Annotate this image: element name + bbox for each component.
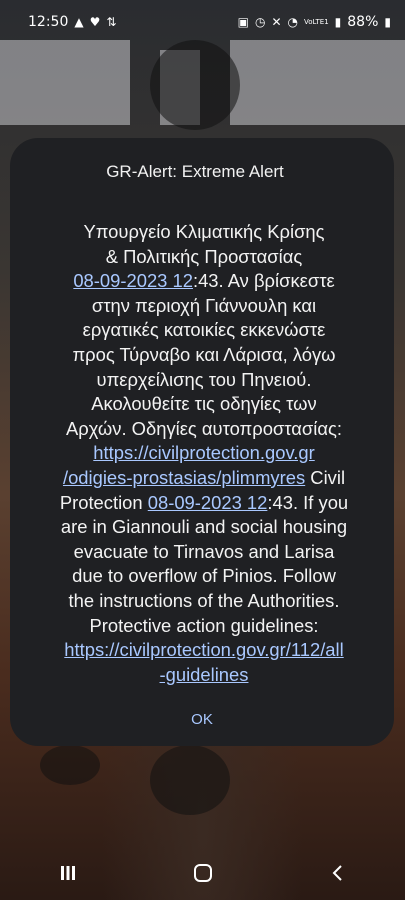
wifi-icon: ◔ — [287, 15, 299, 29]
message-line: Civil — [305, 466, 346, 488]
message-line: προς Τύρναβο και Λάρισα, λόγω — [72, 343, 336, 365]
message-line: Protective action guidelines: — [89, 614, 319, 636]
background-object — [150, 745, 230, 815]
message-line: Αρχών. Οδηγίες αυτοπροστασίας: — [66, 417, 342, 439]
sync-icon: ⇅ — [106, 15, 117, 29]
background-object — [40, 745, 100, 785]
message-line: & Πολιτικής Προστασίας — [105, 245, 303, 267]
guidelines-link-continued[interactable]: -guidelines — [160, 664, 249, 685]
guidelines-link[interactable]: https://civilprotection.gov.gr/112/all — [64, 639, 343, 660]
message-line: Υπουργείο Κλιματικής Κρίσης — [83, 221, 325, 242]
background-window — [0, 40, 130, 125]
warning-icon: ▲ — [74, 15, 84, 29]
lock-icon: ▣ — [237, 15, 249, 29]
status-time: 12:50 — [28, 14, 69, 30]
message-line: :43. If you — [267, 491, 349, 513]
back-icon — [332, 865, 342, 881]
home-icon — [193, 864, 212, 882]
network-label: VoLTE1 — [304, 18, 329, 26]
back-button[interactable] — [308, 853, 368, 893]
message-line: Protection — [59, 491, 148, 513]
dialog-message: Υπουργείο Κλιματικής Κρίσης & Πολιτικής … — [38, 220, 370, 687]
message-line: Ακολουθείτε τις οδηγίες των — [91, 393, 317, 415]
status-bar: 12:50 ▲ ♥ ⇅ ▣ ◷ ✕ ◔ VoLTE1 ▮ 88% ▮ — [0, 0, 405, 44]
ok-button[interactable]: OK — [10, 711, 394, 728]
message-line: :43. Αν βρίσκεστε — [192, 270, 335, 292]
signal-icon: ▮ — [334, 15, 342, 29]
date-link[interactable]: 08-09-2023 12 — [73, 270, 193, 291]
alert-dialog: GR-Alert: Extreme Alert Υπουργείο Κλιματ… — [10, 138, 394, 746]
message-line: evacuate to Tirnavos and Larisa — [73, 540, 335, 562]
battery-percent: 88% — [347, 14, 379, 30]
protection-link-continued[interactable]: /odigies-prostasias/plimmyres — [63, 467, 305, 488]
message-line: due to overflow of Pinios. Follow — [72, 565, 336, 587]
alarm-icon: ◷ — [255, 15, 266, 29]
protection-link[interactable]: https://civilprotection.gov.gr — [93, 442, 314, 463]
background-person — [150, 40, 240, 130]
dialog-title: GR-Alert: Extreme Alert — [106, 162, 284, 181]
mute-icon: ✕ — [271, 15, 282, 29]
heart-icon: ♥ — [89, 15, 101, 29]
background-window — [230, 40, 405, 125]
message-line: εργατικές κατοικίες εκκενώστε — [82, 319, 326, 341]
recents-icon — [60, 866, 75, 880]
date-link[interactable]: 08-09-2023 12 — [148, 492, 268, 513]
home-button[interactable] — [173, 853, 233, 893]
message-line: υπερχείλισης του Πηνειού. — [96, 368, 312, 390]
recents-button[interactable] — [38, 853, 98, 893]
navigation-bar — [0, 846, 405, 900]
message-line: στην περιοχή Γιάννουλη και — [91, 294, 317, 316]
message-line: are in Giannouli and social housing — [60, 516, 348, 538]
battery-icon: ▮ — [384, 15, 391, 29]
message-line: the instructions of the Authorities. — [68, 589, 340, 611]
